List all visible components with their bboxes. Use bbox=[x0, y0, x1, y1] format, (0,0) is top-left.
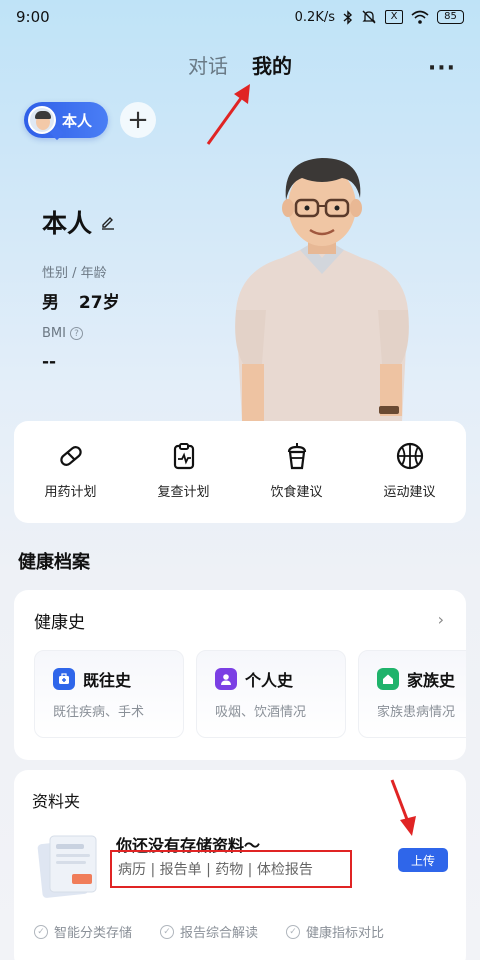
history-cards: 既往史 既往疾病、手术 个人史 吸烟、饮酒情况 家族史 家族患病情况 bbox=[34, 650, 466, 738]
profile-name-row: 本人 bbox=[42, 204, 116, 240]
check-icon: ✓ bbox=[34, 924, 48, 939]
quick-action-exercise-advice[interactable]: 运动建议 bbox=[353, 421, 466, 523]
home-icon bbox=[377, 668, 399, 690]
more-button[interactable]: ··· bbox=[428, 56, 456, 81]
feature-item: ✓ 健康指标对比 bbox=[286, 922, 384, 941]
add-profile-button[interactable]: + bbox=[120, 102, 156, 138]
profile-chip-label: 本人 bbox=[62, 111, 93, 130]
folder-title: 资料夹 bbox=[32, 792, 81, 811]
bmi-label-row: BMI? bbox=[42, 326, 83, 341]
upload-button[interactable]: 上传 bbox=[398, 848, 448, 872]
tab-mine[interactable]: 我的 bbox=[252, 50, 292, 84]
clipboard-pulse-icon bbox=[173, 443, 194, 470]
profile-chip[interactable]: 本人 bbox=[24, 102, 108, 138]
avatar-illustration bbox=[235, 158, 409, 422]
history-card-title: 家族史 bbox=[407, 671, 456, 690]
quick-action-review-plan[interactable]: 复查计划 bbox=[127, 421, 240, 523]
document-type-tags: 病历 | 报告单 | 药物 | 体检报告 bbox=[110, 850, 352, 888]
gender-age-label: 性别 / 年龄 bbox=[42, 266, 107, 281]
mute-icon bbox=[362, 10, 376, 24]
profile-name: 本人 bbox=[42, 209, 93, 238]
status-icons: 0.2K/s X 85 bbox=[295, 9, 464, 25]
person-icon bbox=[215, 668, 237, 690]
basketball-icon bbox=[396, 442, 423, 470]
quick-action-diet-advice[interactable]: 饮食建议 bbox=[240, 421, 353, 523]
documents-icon bbox=[37, 835, 97, 898]
bmi-label: BMI bbox=[42, 326, 66, 341]
past-history-card[interactable]: 既往史 既往疾病、手术 bbox=[34, 650, 184, 738]
history-card-subtitle: 家族患病情况 bbox=[377, 705, 456, 720]
tab-chat[interactable]: 对话 bbox=[188, 50, 228, 84]
health-records-title: 健康档案 bbox=[18, 552, 90, 573]
pill-icon bbox=[59, 446, 82, 466]
personal-history-card[interactable]: 个人史 吸烟、饮酒情况 bbox=[196, 650, 346, 738]
history-card-subtitle: 既往疾病、手术 bbox=[53, 705, 145, 720]
edit-icon[interactable] bbox=[100, 214, 116, 230]
folder-card: 资料夹 你还没有存储资料～ 病历 | 报告单 | 药物 | 体检报告 上传 ✓ 智… bbox=[14, 770, 466, 960]
drink-cup-icon bbox=[287, 443, 306, 470]
quick-action-label: 用药计划 bbox=[44, 485, 97, 500]
battery-indicator: 85 bbox=[437, 10, 464, 24]
quick-action-label: 复查计划 bbox=[157, 485, 210, 500]
history-card-title: 个人史 bbox=[245, 671, 294, 690]
chevron-right-icon[interactable]: › bbox=[438, 610, 444, 629]
check-icon: ✓ bbox=[160, 924, 175, 939]
age-value: 27岁 bbox=[78, 293, 120, 313]
gender-age-value: 男 27岁 bbox=[42, 288, 120, 313]
status-bar: 9:00 0.2K/s X 85 bbox=[0, 0, 480, 34]
quick-action-label: 运动建议 bbox=[383, 485, 436, 500]
check-icon: ✓ bbox=[286, 924, 301, 939]
gender-value: 男 bbox=[42, 293, 59, 313]
quick-actions-card: 用药计划 复查计划 饮食建议 运动建议 bbox=[14, 421, 466, 523]
history-card-subtitle: 吸烟、饮酒情况 bbox=[215, 705, 307, 720]
bluetooth-icon bbox=[343, 9, 353, 25]
quick-action-medication-plan[interactable]: 用药计划 bbox=[14, 421, 127, 523]
family-history-card[interactable]: 家族史 家族患病情况 bbox=[358, 650, 466, 738]
annotation-arrow-tab bbox=[206, 84, 250, 145]
health-history-card[interactable]: 健康史 › 既往史 既往疾病、手术 个人史 吸烟、饮酒情况 家族史 家族患病情况 bbox=[14, 590, 466, 760]
x-badge-icon: X bbox=[385, 10, 403, 24]
help-icon[interactable]: ? bbox=[69, 327, 83, 340]
bmi-value: -- bbox=[42, 352, 57, 372]
network-speed: 0.2K/s bbox=[294, 9, 335, 25]
status-time: 9:00 bbox=[16, 8, 50, 26]
history-card-title: 既往史 bbox=[83, 671, 132, 690]
health-history-title: 健康史 bbox=[34, 613, 85, 633]
quick-action-label: 饮食建议 bbox=[270, 485, 323, 500]
feature-list: ✓ 智能分类存储 ✓ 报告综合解读 ✓ 健康指标对比 bbox=[34, 922, 384, 941]
wifi-icon bbox=[411, 10, 429, 24]
medical-kit-icon bbox=[53, 668, 75, 690]
feature-item: ✓ 智能分类存储 bbox=[34, 922, 132, 941]
top-tabs: 对话 我的 bbox=[0, 50, 480, 84]
feature-item: ✓ 报告综合解读 bbox=[160, 922, 258, 941]
